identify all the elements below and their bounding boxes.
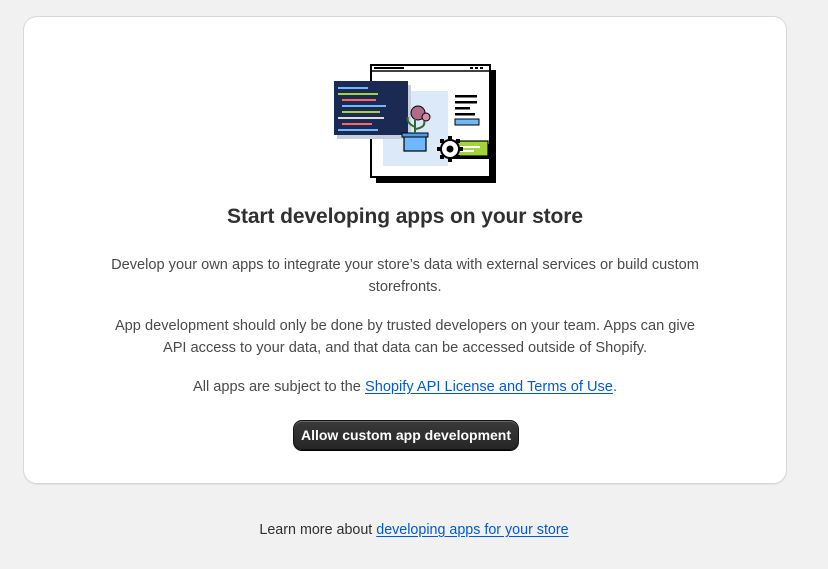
terms-suffix: . — [612, 379, 617, 395]
terms-prefix: All apps are subject to the — [192, 379, 365, 395]
gear-icon — [437, 136, 463, 162]
learn-more-prefix: Learn more about — [259, 522, 377, 538]
page-title: Start developing apps on your store — [227, 205, 583, 228]
info-card: Start developing apps on your store Deve… — [23, 16, 787, 484]
app-development-illustration — [334, 64, 496, 183]
description-paragraph: Develop your own apps to integrate your … — [111, 257, 699, 295]
warning-paragraph: App development should only be done by t… — [114, 318, 696, 356]
learn-more-footer: Learn more about developing apps for you… — [0, 522, 828, 538]
allow-custom-app-development-button[interactable]: Allow custom app development — [293, 420, 519, 450]
terms-link[interactable]: Shopify API License and Terms of Use — [365, 379, 613, 395]
developing-apps-link[interactable]: developing apps for your store — [376, 522, 568, 538]
terms-paragraph: All apps are subject to the Shopify API … — [106, 376, 704, 398]
